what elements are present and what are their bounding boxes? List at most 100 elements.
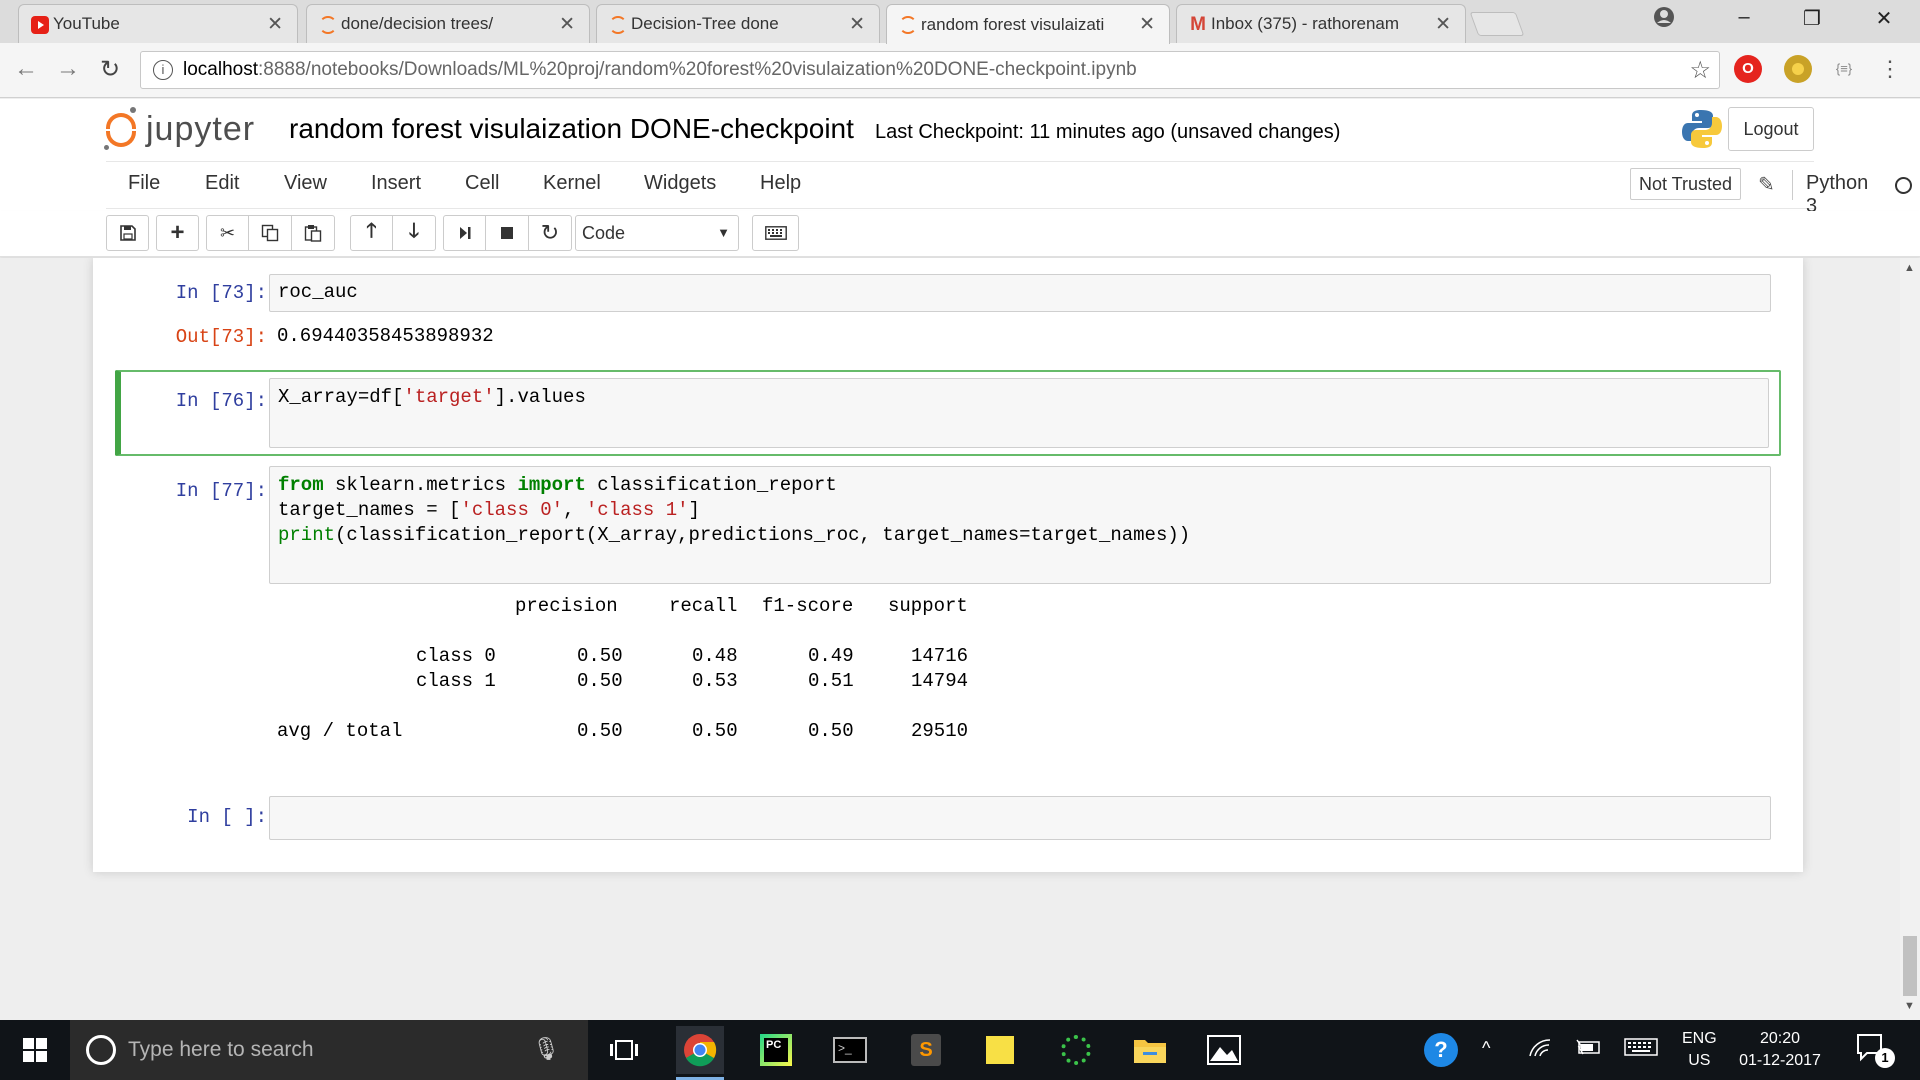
- notebook-scroll-area[interactable]: In [73]: roc_auc Out[73]: 0.694403584538…: [0, 258, 1900, 1020]
- extension-icon[interactable]: [1784, 55, 1812, 83]
- menu-cell[interactable]: Cell: [465, 172, 499, 195]
- start-button[interactable]: [0, 1020, 70, 1080]
- close-icon[interactable]: ✕: [849, 13, 865, 36]
- task-view-icon[interactable]: [600, 1026, 648, 1074]
- menu-help[interactable]: Help: [760, 172, 801, 195]
- reload-icon[interactable]: ↻: [94, 55, 126, 84]
- new-tab-button[interactable]: [1469, 12, 1525, 36]
- menu-insert[interactable]: Insert: [371, 172, 421, 195]
- search-placeholder: Type here to search: [128, 1038, 314, 1061]
- close-icon[interactable]: ✕: [1435, 13, 1451, 36]
- report-cell: 29510: [911, 720, 969, 742]
- not-trusted-button[interactable]: Not Trusted: [1630, 168, 1742, 200]
- close-icon[interactable]: ✕: [1139, 13, 1155, 36]
- cell-type-select[interactable]: Code ▼: [575, 215, 739, 251]
- profile-icon[interactable]: [1644, 6, 1684, 34]
- menu-file[interactable]: File: [128, 172, 160, 195]
- json-extension-icon[interactable]: {≡}: [1830, 55, 1858, 83]
- pycharm-taskbar-icon[interactable]: PC: [752, 1026, 800, 1074]
- minimize-icon[interactable]: –: [1724, 6, 1764, 29]
- help-icon[interactable]: ?: [1424, 1033, 1458, 1067]
- code-input[interactable]: roc_auc: [269, 274, 1771, 312]
- close-icon[interactable]: ✕: [267, 13, 283, 36]
- code-cell-73[interactable]: In [73]: roc_auc Out[73]: 0.694403584538…: [115, 274, 1781, 354]
- copy-cells-button[interactable]: [249, 215, 292, 251]
- report-row-label: avg / total: [277, 720, 403, 742]
- input-prompt: In [77]:: [175, 480, 267, 502]
- input-prompt: In [76]:: [175, 390, 267, 412]
- move-cell-down-button[interactable]: 🡓: [393, 215, 436, 251]
- code-cell-empty[interactable]: In [ ]:: [115, 796, 1781, 842]
- move-cell-up-button[interactable]: 🡑: [350, 215, 393, 251]
- vertical-scrollbar[interactable]: ▲ ▼: [1900, 258, 1920, 1020]
- save-button[interactable]: [106, 215, 149, 251]
- code-input[interactable]: X_array=df['target'].values: [269, 378, 1769, 448]
- code-input[interactable]: from sklearn.metrics import classificati…: [269, 466, 1771, 584]
- battery-icon[interactable]: [1576, 1038, 1602, 1061]
- code-token: ]: [688, 499, 700, 521]
- menu-edit[interactable]: Edit: [205, 172, 239, 195]
- tab-decision-trees-folder[interactable]: done/decision trees/ ✕: [306, 4, 590, 43]
- restore-icon[interactable]: ❐: [1792, 6, 1832, 31]
- anaconda-taskbar-icon[interactable]: [1052, 1026, 1100, 1074]
- sticky-notes-taskbar-icon[interactable]: [976, 1026, 1024, 1074]
- input-language[interactable]: ENG US: [1682, 1028, 1717, 1072]
- chevron-up-icon[interactable]: ^: [1482, 1038, 1490, 1059]
- edit-mode-pencil-icon: ✎: [1758, 174, 1775, 196]
- code-cell-77[interactable]: In [77]: from sklearn.metrics import cla…: [115, 466, 1781, 766]
- opera-extension-icon[interactable]: O: [1734, 55, 1762, 83]
- kernel-separator: [1792, 170, 1793, 200]
- stop-icon: [501, 227, 513, 239]
- address-bar[interactable]: i localhost:8888/notebooks/Downloads/ML%…: [140, 51, 1720, 89]
- tab-gmail-inbox[interactable]: M Inbox (375) - rathorenam ✕: [1176, 4, 1466, 43]
- scroll-down-arrow-icon[interactable]: ▼: [1904, 1000, 1915, 1012]
- back-arrow-icon[interactable]: ←: [10, 55, 42, 83]
- insert-cell-below-button[interactable]: +: [156, 215, 199, 251]
- info-icon[interactable]: i: [153, 60, 173, 80]
- scroll-up-arrow-icon[interactable]: ▲: [1904, 262, 1915, 274]
- action-center-button[interactable]: 1: [1855, 1032, 1895, 1068]
- chrome-taskbar-icon[interactable]: [676, 1026, 724, 1080]
- sublime-text-taskbar-icon[interactable]: S: [902, 1026, 950, 1074]
- menu-dots-icon[interactable]: ⋮: [1876, 55, 1904, 83]
- code-input[interactable]: [269, 796, 1771, 840]
- report-cell: 0.50: [808, 720, 854, 742]
- wifi-icon[interactable]: [1528, 1038, 1552, 1063]
- report-header-f1: f1-score: [762, 595, 854, 617]
- report-cell: 0.51: [808, 670, 854, 692]
- restart-kernel-button[interactable]: ↻: [529, 215, 572, 251]
- tab-decision-tree-done[interactable]: Decision-Tree done ✕: [596, 4, 880, 43]
- microphone-icon[interactable]: 🎙: [532, 1036, 560, 1062]
- scrollbar-thumb[interactable]: [1903, 936, 1917, 996]
- keyboard-layout: US: [1688, 1052, 1711, 1069]
- paste-icon: [304, 225, 322, 242]
- paste-cells-button[interactable]: [292, 215, 335, 251]
- notebook-title[interactable]: random forest visulaization DONE-checkpo…: [289, 113, 854, 145]
- interrupt-kernel-button[interactable]: [486, 215, 529, 251]
- command-prompt-taskbar-icon[interactable]: >_: [826, 1026, 874, 1074]
- cut-cells-button[interactable]: ✂: [206, 215, 249, 251]
- command-palette-button[interactable]: [752, 215, 799, 251]
- menu-view[interactable]: View: [284, 172, 327, 195]
- menu-widgets[interactable]: Widgets: [644, 172, 716, 195]
- logout-button[interactable]: Logout: [1728, 107, 1814, 151]
- code-cell-76-selected[interactable]: In [76]: X_array=df['target'].values: [115, 370, 1781, 456]
- tab-youtube[interactable]: YouTube ✕: [18, 4, 298, 43]
- keyboard-icon[interactable]: [1624, 1038, 1658, 1061]
- input-prompt: In [73]:: [175, 282, 267, 304]
- menu-kernel[interactable]: Kernel: [543, 172, 601, 195]
- file-explorer-taskbar-icon[interactable]: [1126, 1026, 1174, 1074]
- browser-tab-strip: YouTube ✕ done/decision trees/ ✕ Decisio…: [0, 0, 1920, 44]
- taskbar-search-box[interactable]: Type here to search 🎙: [70, 1020, 588, 1080]
- window-close-icon[interactable]: ✕: [1864, 6, 1904, 31]
- bookmark-star-icon[interactable]: ☆: [1689, 56, 1711, 85]
- jupyter-logo[interactable]: jupyter: [104, 107, 255, 151]
- jupyter-icon: [319, 16, 337, 34]
- code-keyword: from: [278, 474, 324, 496]
- photos-taskbar-icon[interactable]: [1200, 1026, 1248, 1074]
- close-icon[interactable]: ✕: [559, 13, 575, 36]
- tab-random-forest[interactable]: random forest visulaizati ✕: [886, 4, 1170, 44]
- run-cell-button[interactable]: [443, 215, 486, 251]
- forward-arrow-icon[interactable]: →: [52, 55, 84, 83]
- taskbar-clock[interactable]: 20:20 01-12-2017: [1735, 1028, 1825, 1072]
